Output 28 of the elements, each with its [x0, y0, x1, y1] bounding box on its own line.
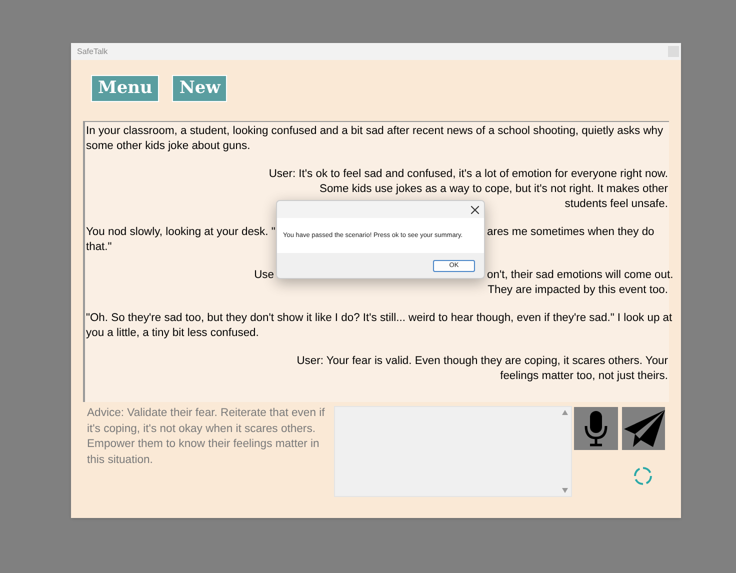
user-message-line: on't, their sad emotions will come out.: [487, 268, 674, 283]
scroll-up-icon[interactable]: [562, 410, 568, 415]
user-message-line: Use: [254, 268, 274, 283]
close-icon[interactable]: [471, 206, 479, 214]
narration-line: You nod slowly, looking at your desk. ": [86, 225, 276, 240]
user-message-line: User: It's ok to feel sad and confused, it's a lot of emotion for everyone right now.: [268, 167, 668, 182]
narration-line: "Oh. So they're sad too, but they don't show it like I do? It's still... weird to hear though, even if they're sad." I look up at: [86, 311, 672, 326]
message-input[interactable]: [334, 406, 572, 497]
loading-spinner-icon: [633, 466, 653, 486]
narration-line: In your classroom, a student, looking confused and a bit sad after recent news of a school shooting, quietly asks why: [86, 124, 664, 139]
microphone-icon: [583, 410, 609, 446]
narration-line: some other kids joke about guns.: [86, 139, 250, 154]
send-button[interactable]: [622, 407, 665, 450]
menu-button[interactable]: Menu: [91, 75, 160, 102]
paper-plane-icon: [622, 408, 664, 448]
user-message-line: They are impacted by this event too.: [488, 283, 668, 298]
advice-text: Advice: Validate their fear. Reiterate that even if it's coping, it's not okay when it scares others. Empower them to know their feelings matter in this situation.: [87, 406, 326, 468]
user-message-line: students feel unsafe.: [564, 197, 668, 212]
user-message-line: User: Your fear is valid. Even though they are coping, it scares others. Your: [296, 354, 668, 369]
new-button[interactable]: New: [172, 75, 228, 102]
scroll-down-icon[interactable]: [562, 488, 568, 493]
user-message-line: Some kids use jokes as a way to cope, but it's not right. It makes other: [320, 182, 668, 197]
narration-line: that.": [86, 240, 112, 255]
narration-line: ares me sometimes when they do: [487, 225, 654, 240]
narration-line: you a little, a tiny bit less confused.: [86, 326, 259, 341]
window-title: SafeTalk: [77, 46, 108, 58]
user-message-line: feelings matter too, not just theirs.: [500, 369, 668, 384]
microphone-button[interactable]: [574, 407, 618, 450]
